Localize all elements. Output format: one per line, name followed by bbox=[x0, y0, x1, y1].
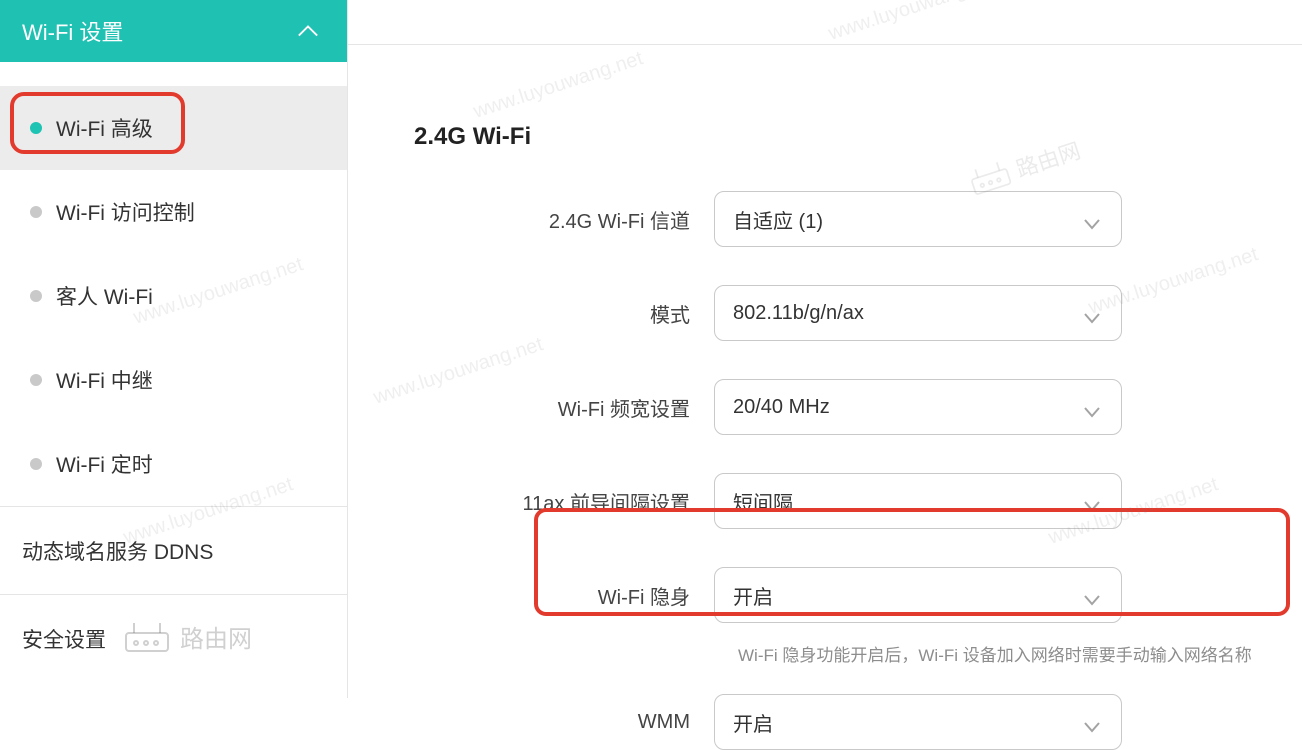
sidebar-item-label: Wi-Fi 高级 bbox=[56, 113, 153, 143]
select-wifi-hidden[interactable]: 开启 bbox=[714, 567, 1122, 623]
chevron-down-icon bbox=[1083, 589, 1101, 601]
select-bandwidth[interactable]: 20/40 MHz bbox=[714, 379, 1122, 435]
form-label: Wi-Fi 隐身 bbox=[414, 581, 714, 610]
form-label: 11ax 前导间隔设置 bbox=[414, 487, 714, 516]
sidebar-section-label: 动态域名服务 DDNS bbox=[22, 536, 213, 566]
select-value: 开启 bbox=[733, 581, 773, 610]
section-title: 2.4G Wi-Fi bbox=[414, 123, 1302, 151]
sidebar-section-security[interactable]: 安全设置 bbox=[0, 594, 347, 682]
select-guard-interval[interactable]: 短间隔 bbox=[714, 473, 1122, 529]
main-panel: 2.4G Wi-Fi 2.4G Wi-Fi 信道 自适应 (1) 模式 802.… bbox=[348, 0, 1302, 698]
sidebar-item-label: Wi-Fi 中继 bbox=[56, 365, 153, 395]
sidebar-item-label: 客人 Wi-Fi bbox=[56, 281, 153, 311]
bullet-icon bbox=[30, 374, 42, 386]
row-wifi-hidden: Wi-Fi 隐身 开启 bbox=[414, 567, 1302, 623]
bullet-icon bbox=[30, 206, 42, 218]
select-value: 开启 bbox=[733, 708, 773, 737]
sidebar-section-ddns[interactable]: 动态域名服务 DDNS bbox=[0, 506, 347, 594]
sidebar-header-label: Wi-Fi 设置 bbox=[22, 15, 123, 47]
sidebar-item-wifi-advanced[interactable]: Wi-Fi 高级 bbox=[0, 86, 347, 170]
select-value: 自适应 (1) bbox=[733, 205, 823, 234]
sidebar: Wi-Fi 设置 Wi-Fi 高级 Wi-Fi 访问控制 客人 Wi-Fi Wi… bbox=[0, 0, 348, 698]
chevron-down-icon bbox=[1083, 213, 1101, 225]
sidebar-section-label: 安全设置 bbox=[22, 624, 106, 654]
select-value: 短间隔 bbox=[733, 487, 793, 516]
select-mode[interactable]: 802.11b/g/n/ax bbox=[714, 285, 1122, 341]
bullet-icon bbox=[30, 122, 42, 134]
row-bandwidth: Wi-Fi 频宽设置 20/40 MHz bbox=[414, 379, 1302, 435]
sidebar-item-label: Wi-Fi 定时 bbox=[56, 449, 153, 479]
sidebar-group: Wi-Fi 高级 Wi-Fi 访问控制 客人 Wi-Fi Wi-Fi 中继 Wi… bbox=[0, 62, 347, 506]
hint-text: Wi-Fi 隐身功能开启后，Wi-Fi 设备加入网络时需要手动输入网络名称 bbox=[738, 641, 1252, 666]
sidebar-header[interactable]: Wi-Fi 设置 bbox=[0, 0, 347, 62]
row-mode: 模式 802.11b/g/n/ax bbox=[414, 285, 1302, 341]
form-label: Wi-Fi 频宽设置 bbox=[414, 393, 714, 422]
select-value: 802.11b/g/n/ax bbox=[733, 302, 864, 325]
select-channel[interactable]: 自适应 (1) bbox=[714, 191, 1122, 247]
sidebar-item-guest-wifi[interactable]: 客人 Wi-Fi bbox=[0, 254, 347, 338]
chevron-up-icon bbox=[297, 20, 319, 42]
row-guard-interval: 11ax 前导间隔设置 短间隔 bbox=[414, 473, 1302, 529]
chevron-down-icon bbox=[1083, 495, 1101, 507]
row-channel: 2.4G Wi-Fi 信道 自适应 (1) bbox=[414, 191, 1302, 247]
sidebar-item-label: Wi-Fi 访问控制 bbox=[56, 197, 195, 227]
sidebar-item-wifi-repeater[interactable]: Wi-Fi 中继 bbox=[0, 338, 347, 422]
select-wmm[interactable]: 开启 bbox=[714, 694, 1122, 750]
sidebar-item-wifi-access-control[interactable]: Wi-Fi 访问控制 bbox=[0, 170, 347, 254]
chevron-down-icon bbox=[1083, 716, 1101, 728]
chevron-down-icon bbox=[1083, 401, 1101, 413]
form-label: 2.4G Wi-Fi 信道 bbox=[414, 205, 714, 234]
sidebar-item-wifi-schedule[interactable]: Wi-Fi 定时 bbox=[0, 422, 347, 506]
select-value: 20/40 MHz bbox=[733, 396, 830, 419]
form-label: WMM bbox=[414, 711, 714, 734]
row-wmm: WMM 开启 bbox=[414, 694, 1302, 750]
form-label: 模式 bbox=[414, 299, 714, 328]
bullet-icon bbox=[30, 290, 42, 302]
chevron-down-icon bbox=[1083, 307, 1101, 319]
bullet-icon bbox=[30, 458, 42, 470]
row-wifi-hidden-hint: Wi-Fi 隐身功能开启后，Wi-Fi 设备加入网络时需要手动输入网络名称 bbox=[414, 641, 1302, 666]
